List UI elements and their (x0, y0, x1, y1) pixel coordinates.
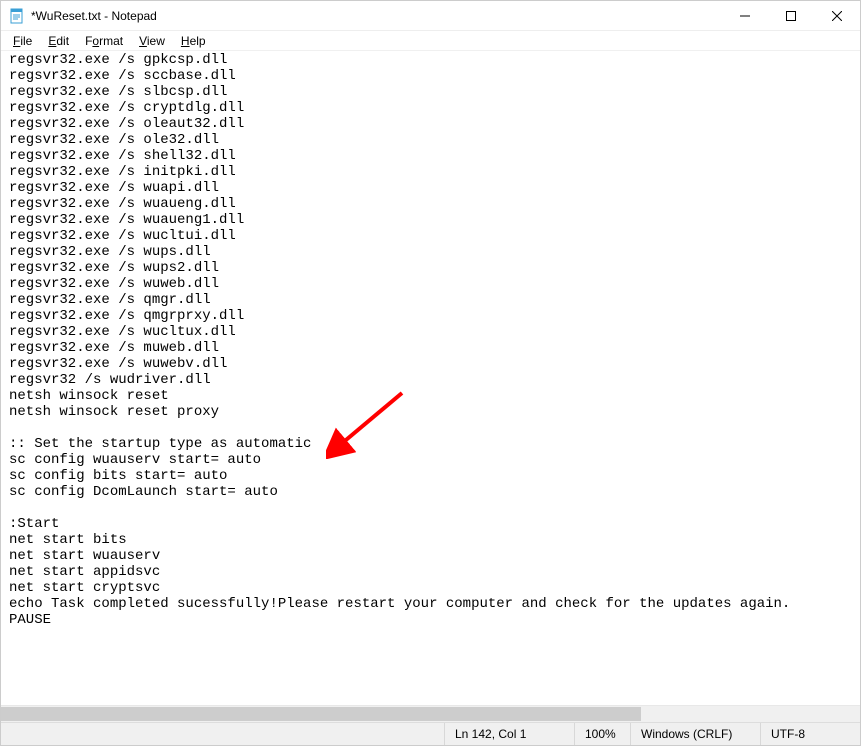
close-button[interactable] (814, 1, 860, 30)
notepad-window: *WuReset.txt - Notepad File Edit Format … (0, 0, 861, 746)
menubar: File Edit Format View Help (1, 31, 860, 51)
menu-view[interactable]: View (131, 33, 173, 49)
notepad-icon (9, 8, 25, 24)
text-editor[interactable]: regsvr32.exe /s gpkcsp.dll regsvr32.exe … (1, 51, 860, 705)
window-controls (722, 1, 860, 30)
menu-help-rest: elp (190, 34, 206, 48)
status-spacer (1, 723, 444, 745)
menu-file[interactable]: File (5, 33, 40, 49)
editor-area: regsvr32.exe /s gpkcsp.dll regsvr32.exe … (1, 51, 860, 722)
menu-file-rest: ile (20, 34, 32, 48)
status-position: Ln 142, Col 1 (444, 723, 574, 745)
status-encoding: UTF-8 (760, 723, 860, 745)
horizontal-scrollbar[interactable] (1, 705, 860, 722)
menu-edit[interactable]: Edit (40, 33, 77, 49)
window-title: *WuReset.txt - Notepad (31, 9, 157, 23)
menu-help[interactable]: Help (173, 33, 214, 49)
titlebar[interactable]: *WuReset.txt - Notepad (1, 1, 860, 31)
status-zoom: 100% (574, 723, 630, 745)
menu-view-rest: iew (147, 34, 165, 48)
statusbar: Ln 142, Col 1 100% Windows (CRLF) UTF-8 (1, 722, 860, 745)
menu-format-rest: rmat (99, 34, 123, 48)
horizontal-scrollbar-thumb[interactable] (1, 707, 641, 721)
status-line-endings: Windows (CRLF) (630, 723, 760, 745)
maximize-button[interactable] (768, 1, 814, 30)
menu-edit-rest: dit (56, 34, 69, 48)
menu-format[interactable]: Format (77, 33, 131, 49)
minimize-button[interactable] (722, 1, 768, 30)
